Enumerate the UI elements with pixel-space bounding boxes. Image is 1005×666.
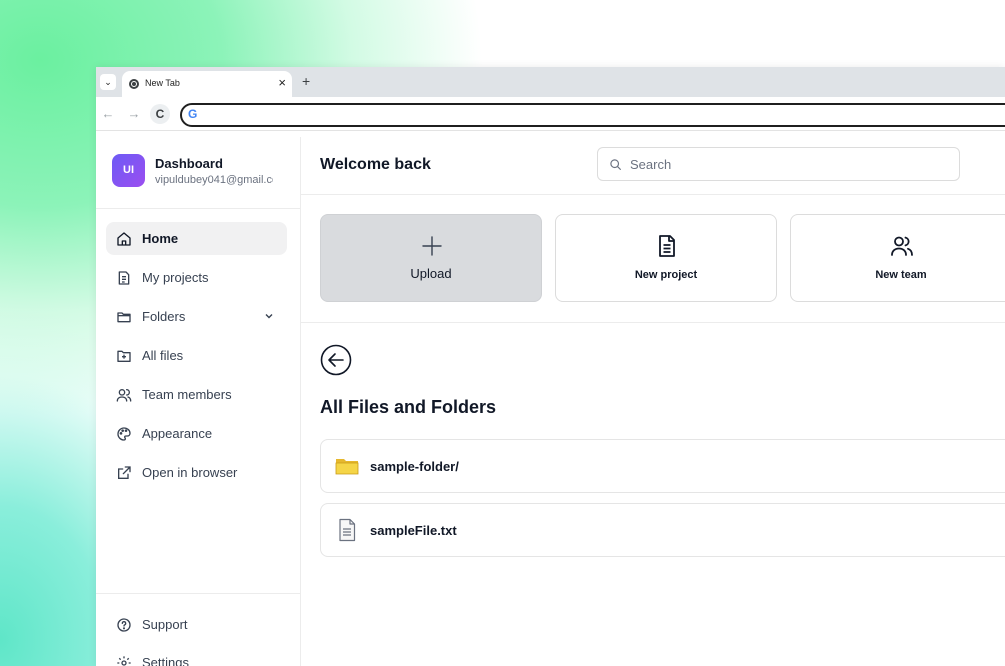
- new-tab-button[interactable]: +: [302, 72, 310, 90]
- reload-button[interactable]: C: [150, 104, 170, 124]
- document-icon: [116, 270, 132, 286]
- main-content: Welcome back Upload New proj: [301, 137, 1005, 666]
- sidebar-footer: Support Settings: [96, 593, 300, 666]
- new-team-label: New team: [875, 269, 927, 281]
- forward-button[interactable]: →: [124, 104, 144, 124]
- sidebar-item-support[interactable]: Support: [106, 608, 290, 641]
- sidebar-item-home[interactable]: Home: [106, 222, 287, 255]
- back-arrow-button[interactable]: [320, 344, 352, 376]
- sidebar-item-appearance[interactable]: Appearance: [106, 417, 287, 450]
- upload-button[interactable]: Upload: [320, 214, 542, 302]
- help-icon: [116, 617, 132, 633]
- new-team-button[interactable]: New team: [790, 214, 1005, 302]
- folder-icon: [116, 309, 132, 325]
- sidebar-item-all-files[interactable]: All files: [106, 339, 287, 372]
- sidebar-item-label: Settings: [142, 655, 189, 666]
- tab-title: New Tab: [145, 78, 180, 88]
- document-icon: [655, 234, 679, 258]
- palette-icon: [116, 426, 132, 442]
- browser-toolbar: ← → C G: [96, 97, 1005, 131]
- quick-actions: Upload New project New team: [301, 195, 1005, 323]
- gear-icon: [116, 655, 132, 666]
- browser-window: ⌄ New Tab × + ← → C G UI Dashboard vipul…: [96, 67, 1005, 666]
- upload-label: Upload: [410, 266, 452, 281]
- sidebar-item-label: Team members: [142, 387, 232, 402]
- chrome-icon: [129, 79, 139, 89]
- page-title: Welcome back: [320, 156, 431, 173]
- main-header: Welcome back: [301, 137, 1005, 195]
- file-row-file[interactable]: sampleFile.txt: [320, 503, 1005, 557]
- home-icon: [116, 231, 132, 247]
- tab-search-button[interactable]: ⌄: [100, 74, 116, 90]
- file-list: sample-folder/ sampleFile.txt: [320, 439, 1005, 567]
- address-bar[interactable]: G: [180, 103, 1005, 127]
- folder-icon: [335, 454, 359, 478]
- arrow-left-circle-icon: [320, 344, 352, 376]
- file-name: sampleFile.txt: [370, 523, 457, 538]
- profile-header[interactable]: UI Dashboard vipuldubey041@gmail.com: [96, 137, 300, 209]
- sidebar-item-label: Support: [142, 617, 188, 632]
- sidebar-item-label: Appearance: [142, 426, 213, 441]
- profile-name: Dashboard: [155, 156, 223, 171]
- folder-plus-icon: [116, 348, 132, 364]
- back-button[interactable]: ←: [98, 104, 118, 124]
- tab-strip: ⌄ New Tab × +: [96, 67, 1005, 97]
- file-row-folder[interactable]: sample-folder/: [320, 439, 1005, 493]
- app-container: UI Dashboard vipuldubey041@gmail.com Hom…: [96, 137, 1005, 666]
- sidebar-item-label: Folders: [142, 309, 186, 324]
- sidebar-item-my-projects[interactable]: My projects: [106, 261, 287, 294]
- search-icon: [610, 159, 621, 170]
- avatar: UI: [112, 154, 145, 187]
- sidebar-item-settings[interactable]: Settings: [106, 646, 290, 666]
- sidebar-item-label: Home: [142, 231, 179, 246]
- new-project-label: New project: [634, 269, 698, 281]
- plus-icon: [420, 234, 444, 258]
- sidebar-item-folders[interactable]: Folders: [106, 300, 287, 333]
- browser-tab[interactable]: New Tab ×: [122, 71, 292, 97]
- external-link-icon: [116, 465, 132, 481]
- new-project-button[interactable]: New project: [555, 214, 777, 302]
- users-icon: [116, 387, 132, 403]
- sidebar-nav: Home My projects Folders All files Team …: [106, 222, 287, 495]
- sidebar-item-label: My projects: [142, 270, 209, 285]
- file-text-icon: [335, 518, 359, 542]
- search-input[interactable]: [630, 154, 930, 174]
- sidebar-item-team-members[interactable]: Team members: [106, 378, 287, 411]
- tab-close-button[interactable]: ×: [278, 75, 286, 91]
- users-icon: [890, 234, 914, 258]
- sidebar-item-open-in-browser[interactable]: Open in browser: [106, 456, 287, 489]
- google-icon: G: [188, 107, 198, 121]
- sidebar: UI Dashboard vipuldubey041@gmail.com Hom…: [96, 137, 301, 666]
- search-box[interactable]: [597, 147, 960, 181]
- chevron-down-icon[interactable]: [263, 309, 275, 321]
- section-title: All Files and Folders: [320, 397, 497, 417]
- profile-email: vipuldubey041@gmail.com: [155, 174, 273, 186]
- sidebar-item-label: Open in browser: [142, 465, 238, 480]
- sidebar-item-label: All files: [142, 348, 184, 363]
- file-name: sample-folder/: [370, 459, 459, 474]
